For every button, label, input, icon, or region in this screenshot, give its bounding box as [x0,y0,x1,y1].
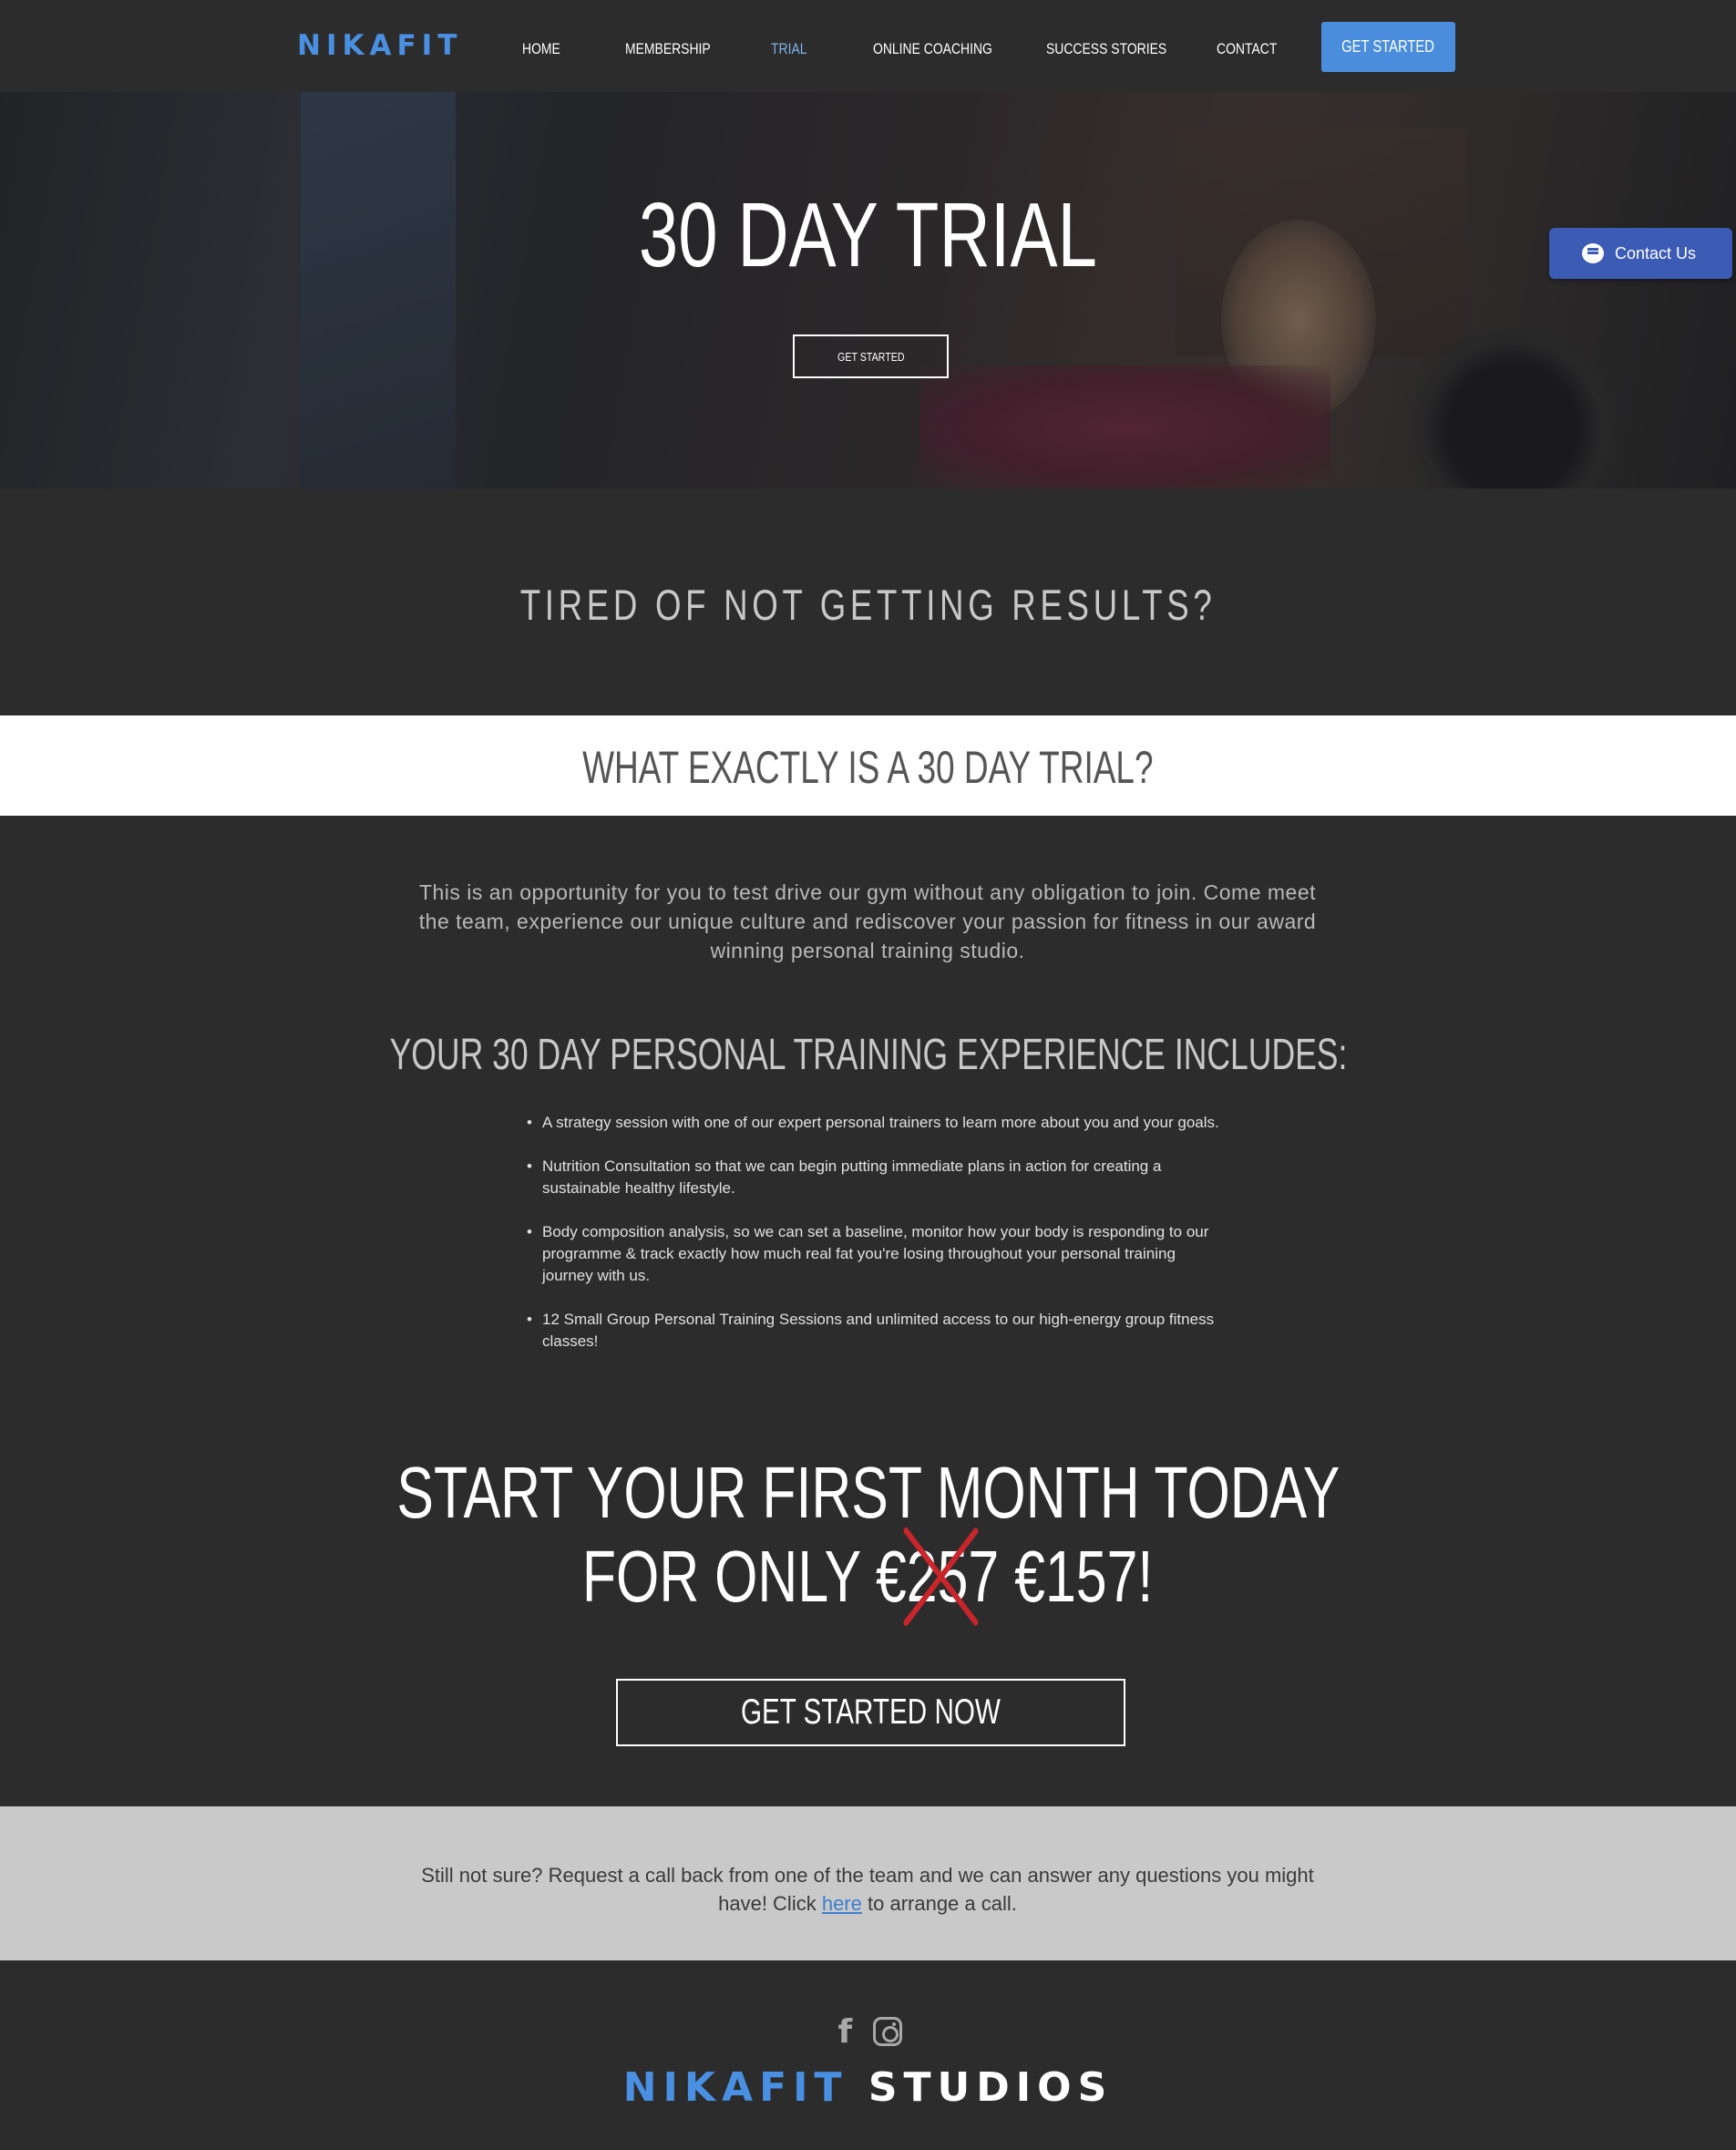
includes-heading: YOUR 30 DAY PERSONAL TRAINING EXPERIENCE… [0,1030,1736,1080]
hero-title-text: 30 DAY TRIAL [639,184,1097,286]
nav-success-stories[interactable]: SUCCESS STORIES [1046,40,1166,58]
header-get-started-button[interactable]: GET STARTED [1321,22,1455,72]
callback-section: Still not sure? Request a call back from… [0,1806,1736,1960]
offer-line-2-text: FOR ONLY €257 €157! [582,1535,1153,1619]
nav-online-coaching[interactable]: ONLINE COACHING [873,40,992,58]
what-is-trial-band: WHAT EXACTLY IS A 30 DAY TRIAL? [0,715,1736,816]
callback-text: Still not sure? Request a call back from… [412,1861,1323,1918]
list-item: Body composition analysis, so we can set… [527,1221,1228,1287]
hero-get-started-button[interactable]: GET STARTED [793,334,949,378]
nav-membership[interactable]: MEMBERSHIP [625,40,711,58]
footer-brand: NIKAFIT STUDIOS [0,2064,1736,2111]
new-price: €157! [1014,1536,1154,1617]
includes-list: A strategy session with one of our exper… [527,1112,1228,1374]
hero-get-started-label: GET STARTED [837,349,905,364]
facebook-icon[interactable] [835,2013,855,2051]
what-is-trial-heading-text: WHAT EXACTLY IS A 30 DAY TRIAL? [582,742,1154,793]
callback-text-after: to arrange a call. [868,1892,1017,1915]
instagram-icon[interactable] [872,2017,902,2046]
site-logo[interactable]: NIKAFIT [297,29,462,62]
intro-paragraph: This is an opportunity for you to test d… [418,880,1317,962]
social-links [0,2013,1736,2051]
nav-contact[interactable]: CONTACT [1217,40,1277,58]
list-item: Nutrition Consultation so that we can be… [527,1156,1228,1199]
hero-title: 30 DAY TRIAL [0,183,1736,288]
offer-heading: START YOUR FIRST MONTH TODAY FOR ONLY €2… [0,1451,1736,1619]
includes-heading-text: YOUR 30 DAY PERSONAL TRAINING EXPERIENCE… [389,1031,1347,1079]
tired-section: TIRED OF NOT GETTING RESULTS? [0,489,1736,715]
hero-overlay [0,92,1736,489]
get-started-now-button[interactable]: GET STARTED NOW [616,1679,1125,1746]
hero-banner: 30 DAY TRIAL GET STARTED [0,92,1736,489]
footer-brand-blue: NIKAFIT [622,2064,848,2111]
offer-prefix: FOR ONLY [582,1536,861,1617]
tired-heading: TIRED OF NOT GETTING RESULTS? [0,580,1736,630]
callback-here-link[interactable]: here [822,1892,862,1915]
get-started-now-label: GET STARTED NOW [741,1692,1001,1732]
strike-cross-icon [899,1543,985,1610]
what-is-trial-heading: WHAT EXACTLY IS A 30 DAY TRIAL? [0,741,1736,794]
offer-line-1-text: START YOUR FIRST MONTH TODAY [396,1452,1340,1533]
contact-us-button[interactable]: Contact Us [1549,228,1732,279]
chat-bubble-icon [1582,243,1604,263]
site-header: NIKAFIT HOME MEMBERSHIP TRIAL ONLINE COA… [0,0,1736,92]
offer-line-2: FOR ONLY €257 €157! [0,1535,1736,1619]
offer-line-1: START YOUR FIRST MONTH TODAY [0,1451,1736,1535]
header-get-started-label: GET STARTED [1341,37,1435,56]
list-item: 12 Small Group Personal Training Session… [527,1309,1228,1353]
nav-trial[interactable]: TRIAL [771,40,807,58]
list-item: A strategy session with one of our exper… [527,1112,1228,1134]
old-price: €257 [876,1535,999,1619]
footer-brand-white: STUDIOS [868,2064,1114,2111]
nav-home[interactable]: HOME [522,40,560,58]
tired-heading-text: TIRED OF NOT GETTING RESULTS? [519,581,1217,629]
contact-us-label: Contact Us [1615,243,1697,262]
site-footer: NIKAFIT STUDIOS [0,1960,1736,2150]
